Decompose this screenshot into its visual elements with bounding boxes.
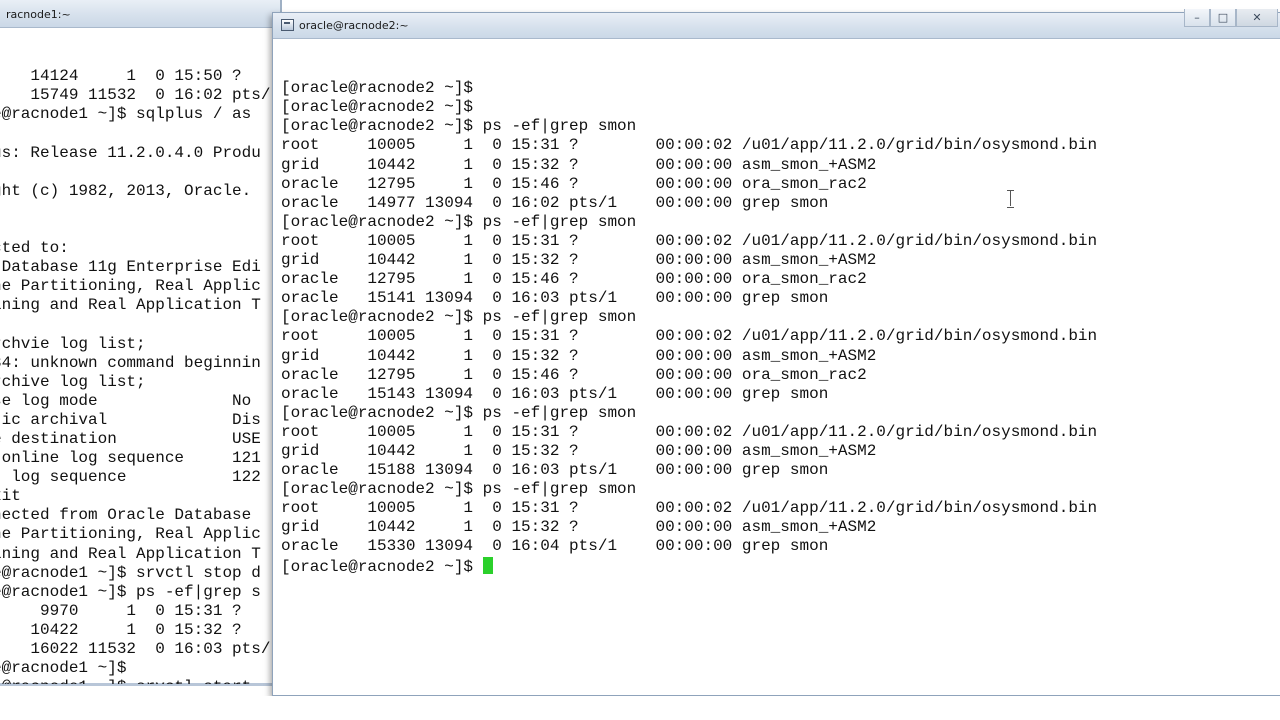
terminal-line: oracle 15143 13094 0 16:03 pts/1 00:00:0… (281, 384, 829, 403)
terminal-line: e@racnode1 ~]$ sqlplus / as (0, 105, 252, 124)
window-title: oracle@racnode2:~ (299, 19, 409, 32)
terminal-line: grid 10442 1 0 15:32 ? 00:00:00 asm_smon… (281, 155, 877, 174)
terminal-line: oracle 12795 1 0 15:46 ? 00:00:00 ora_sm… (281, 174, 867, 193)
minimize-button[interactable]: – (1184, 9, 1210, 27)
terminal-line: e@racnode1 ~]$ ps -ef|grep s (0, 582, 261, 601)
terminal-line: grid 10442 1 0 15:32 ? 00:00:00 asm_smon… (281, 441, 877, 460)
terminal-line: root 10005 1 0 15:31 ? 00:00:02 /u01/app… (281, 499, 1098, 518)
terminal-line: grid 10442 1 0 15:32 ? 00:00:00 asm_smon… (281, 518, 877, 537)
terminal-line: e@racnode1 ~]$ srvctl stop d (0, 563, 261, 582)
terminal-line: e@racnode1 ~]$ (0, 659, 127, 678)
terminal-line: xit (0, 487, 21, 506)
terminal-line: [oracle@racnode2 ~]$ ps -ef|grep smon (281, 403, 637, 422)
terminal-line: grid 10442 1 0 15:32 ? 00:00:00 asm_smon… (281, 346, 877, 365)
terminal-line: oracle 15141 13094 0 16:03 pts/1 00:00:0… (281, 289, 829, 308)
terminal-line: [oracle@racnode2 ~]$ (281, 556, 1279, 576)
terminal-line: oracle 12795 1 0 15:46 ? 00:00:00 ora_sm… (281, 365, 867, 384)
terminal-output[interactable]: 14124 1 0 15:50 ? 15749 11532 0 16:02 pt… (0, 29, 272, 684)
terminal-line: 16022 11532 0 16:03 pts/ (0, 640, 271, 658)
terminal-line: oracle 15330 13094 0 16:04 pts/1 00:00:0… (281, 537, 829, 556)
title-bar[interactable]: oracle@racnode2:~ – □ ✕ (273, 9, 1280, 39)
terminal-line: [oracle@racnode2 ~]$ ps -ef|grep smon (281, 117, 637, 136)
terminal-line: rchvie log list; (0, 334, 146, 353)
title-bar[interactable]: racnode1:~ (0, 0, 280, 28)
terminal-line: oracle 15188 13094 0 16:03 pts/1 00:00:0… (281, 461, 829, 480)
terminal-line: 10422 1 0 15:32 ? (0, 620, 242, 639)
terminal-line: grid 10442 1 0 15:32 ? 00:00:00 asm_smon… (281, 251, 877, 270)
terminal-line: se log mode No (0, 391, 252, 410)
terminal-line: cted to: (0, 239, 69, 258)
terminal-line: root 10005 1 0 15:31 ? 00:00:02 /u01/app… (281, 422, 1098, 441)
terminal-line: [oracle@racnode2 ~]$ ps -ef|grep smon (281, 212, 637, 231)
terminal-line: 9970 1 0 15:31 ? (0, 601, 242, 620)
terminal-line: ining and Real Application T (0, 296, 261, 315)
terminal-line: rchive log list; (0, 372, 146, 391)
window-controls: – □ ✕ (1184, 9, 1278, 27)
terminal-line: us: Release 11.2.0.4.0 Produ (0, 143, 261, 162)
terminal-line: root 10005 1 0 15:31 ? 00:00:02 /u01/app… (281, 231, 1098, 250)
window-title: racnode1:~ (6, 8, 71, 21)
terminal-line: [oracle@racnode2 ~]$ ps -ef|grep smon (281, 308, 637, 327)
terminal-lines: [oracle@racnode2 ~]$ [oracle@racnode2 ~]$… (281, 79, 1279, 575)
terminal-line: 14124 1 0 15:50 ? (0, 67, 242, 86)
terminal-line: tic archival Dis (0, 410, 261, 429)
terminal-line: ght (c) 1982, 2013, Oracle. (0, 181, 252, 200)
terminal-line: ining and Real Application T (0, 544, 261, 563)
terminal-line: he Partitioning, Real Applic (0, 277, 261, 296)
terminal-line: 34: unknown command beginnin (0, 353, 261, 372)
terminal-app-icon[interactable] (281, 19, 294, 31)
terminal-window-racnode1[interactable]: racnode1:~ 14124 1 0 15:50 ? 15749 11532… (0, 0, 282, 686)
terminal-line: online log sequence 121 (0, 449, 261, 468)
terminal-line: [oracle@racnode2 ~]$ (281, 98, 474, 117)
close-button[interactable]: ✕ (1236, 9, 1278, 27)
terminal-line: oracle 12795 1 0 15:46 ? 00:00:00 ora_sm… (281, 270, 867, 289)
terminal-line: oracle 14977 13094 0 16:02 pts/1 00:00:0… (281, 193, 829, 212)
terminal-line: [oracle@racnode2 ~]$ ps -ef|grep smon (281, 480, 637, 499)
terminal-line: root 10005 1 0 15:31 ? 00:00:02 /u01/app… (281, 136, 1098, 155)
terminal-line: t log sequence 122 (0, 468, 261, 487)
desktop-strip (0, 696, 1280, 720)
terminal-line: nected from Oracle Database (0, 506, 252, 525)
terminal-line: e@racnode1 ~]$ srvctl start (0, 678, 272, 684)
terminal-cursor (483, 556, 494, 574)
terminal-line: 15749 11532 0 16:02 pts/ (0, 86, 271, 105)
terminal-line: e destination USE (0, 429, 261, 448)
terminal-line: root 10005 1 0 15:31 ? 00:00:02 /u01/app… (281, 327, 1098, 346)
terminal-window-racnode2[interactable]: oracle@racnode2:~ – □ ✕ [oracle@racnode2… (272, 9, 1280, 696)
terminal-lines: 14124 1 0 15:50 ? 15749 11532 0 16:02 pt… (0, 67, 272, 684)
terminal-line: Database 11g Enterprise Edi (0, 258, 261, 277)
maximize-button[interactable]: □ (1210, 9, 1236, 27)
terminal-line: [oracle@racnode2 ~]$ (281, 79, 474, 98)
text-cursor-ibeam-icon (1007, 190, 1014, 208)
terminal-output[interactable]: [oracle@racnode2 ~]$ [oracle@racnode2 ~]$… (281, 41, 1279, 689)
terminal-line: he Partitioning, Real Applic (0, 525, 261, 544)
